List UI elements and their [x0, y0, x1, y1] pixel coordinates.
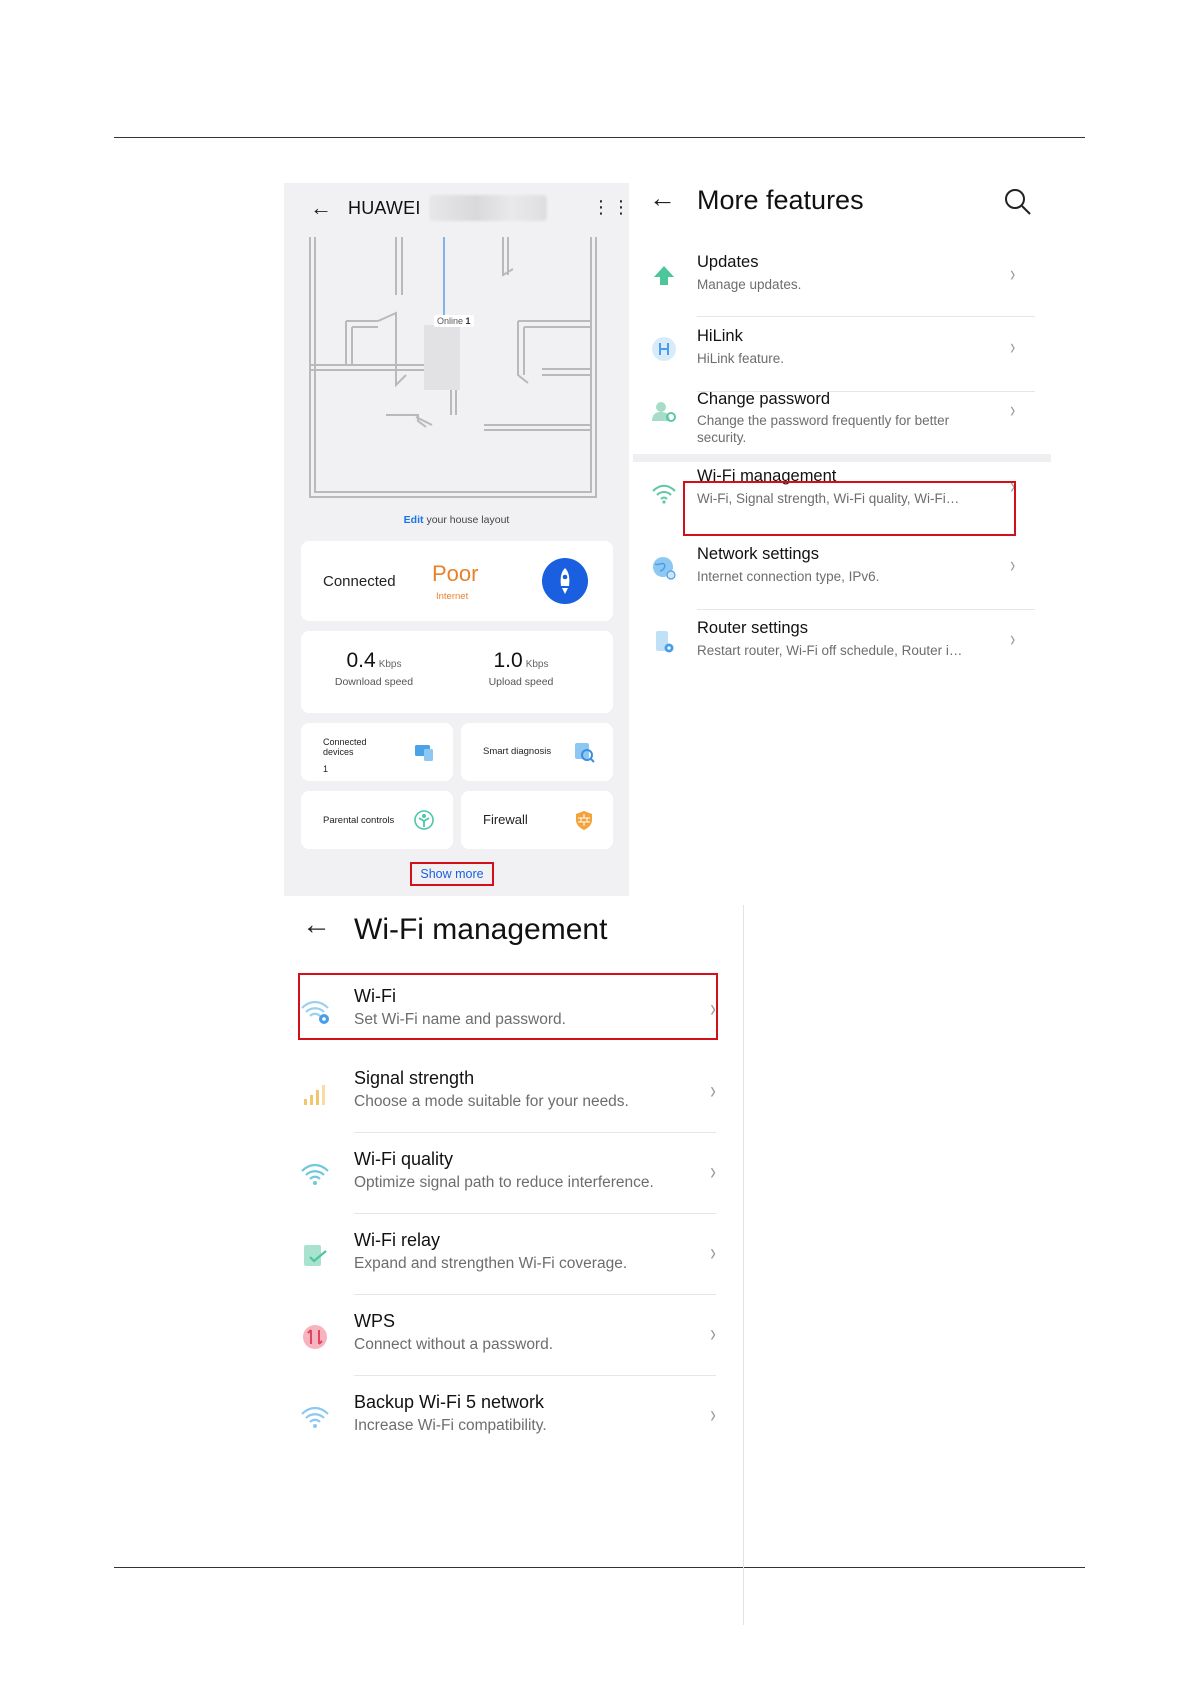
parental-controls-icon: [414, 810, 434, 830]
page-title: More features: [697, 185, 864, 215]
highlight-box: [298, 973, 718, 1040]
menu-item-change-password[interactable]: Change password Change the password freq…: [633, 390, 1051, 455]
search-icon[interactable]: [1003, 187, 1033, 217]
update-icon: [654, 266, 674, 285]
tile-smart-diagnosis[interactable]: Smart diagnosis: [461, 723, 613, 781]
edit-layout-hint: Edit your house layout: [403, 514, 510, 526]
internet-quality: Poor: [432, 561, 479, 586]
router-name: HUAWEI: [348, 198, 421, 218]
chevron-right-icon: ›: [710, 1158, 716, 1185]
password-icon: [652, 402, 676, 422]
chevron-right-icon: ›: [1010, 397, 1016, 422]
chevron-right-icon: ›: [710, 1239, 716, 1266]
rocket-icon: [560, 568, 570, 594]
redacted-name: [429, 195, 547, 221]
online-device-label: Online 1: [434, 315, 474, 327]
bottom-rule: [114, 1567, 1085, 1568]
back-arrow-icon[interactable]: ←: [649, 185, 676, 212]
wifi-management-screen: ← Wi-Fi management Wi-Fi Set Wi-Fi name …: [294, 905, 724, 1465]
menu-item-signal-strength[interactable]: Signal strength Choose a mode suitable f…: [294, 1053, 724, 1133]
chevron-right-icon: ›: [1010, 261, 1016, 286]
menu-item-wps[interactable]: WPS Connect without a password. ›: [294, 1296, 724, 1376]
more-features-screen: ← More features Updates Manage updates. …: [633, 183, 1051, 703]
globe-icon: [653, 557, 676, 580]
chevron-right-icon: ›: [1010, 626, 1016, 651]
column-divider: [743, 905, 744, 1625]
chevron-right-icon: ›: [710, 1401, 716, 1428]
devices-icon: [415, 745, 433, 761]
app-header: ← HUAWEI ⋮⋮: [284, 183, 629, 233]
signal-icon: [304, 1085, 325, 1105]
router-icon: [656, 631, 674, 653]
edit-layout-link[interactable]: Edit: [404, 514, 424, 526]
tile-parental-controls[interactable]: Parental controls: [301, 791, 453, 849]
connection-status-card[interactable]: Connected Poor Internet: [301, 541, 613, 621]
menu-item-router-settings[interactable]: Router settings Restart router, Wi-Fi of…: [633, 615, 1051, 685]
tile-connected-devices[interactable]: Connected devices 1: [301, 723, 453, 781]
floor-plan[interactable]: [306, 235, 606, 505]
tile-firewall[interactable]: Firewall: [461, 791, 613, 849]
relay-icon: [304, 1245, 327, 1266]
top-rule: [114, 137, 1085, 138]
chevron-right-icon: ›: [710, 1320, 716, 1347]
chevron-right-icon: ›: [1010, 552, 1016, 577]
backup-wifi-icon: [301, 1406, 329, 1428]
back-arrow-icon[interactable]: ←: [310, 197, 332, 219]
menu-item-updates[interactable]: Updates Manage updates. ›: [633, 247, 1051, 317]
chevron-right-icon: ›: [1010, 334, 1016, 359]
show-more-button[interactable]: Show more: [410, 862, 494, 886]
diagnosis-icon: [575, 743, 595, 763]
connection-status: Connected: [323, 573, 396, 590]
wifi-quality-icon: [301, 1163, 329, 1185]
menu-item-wifi-relay[interactable]: Wi-Fi relay Expand and strengthen Wi-Fi …: [294, 1215, 724, 1295]
speed-card: 0.4 Kbps Download speed 1.0 Kbps Upload sp…: [301, 631, 613, 713]
menu-item-backup-wifi[interactable]: Backup Wi-Fi 5 network Increase Wi-Fi co…: [294, 1377, 724, 1457]
menu-item-wifi-quality[interactable]: Wi-Fi quality Optimize signal path to re…: [294, 1134, 724, 1214]
hilink-icon: [652, 337, 676, 361]
highlight-box: [683, 481, 1016, 536]
internet-quality-label: Internet: [436, 591, 469, 602]
back-arrow-icon[interactable]: ←: [302, 911, 331, 940]
wifi-icon: [652, 484, 676, 504]
more-options-icon[interactable]: ⋮⋮: [592, 198, 629, 216]
page-title: Wi-Fi management: [354, 913, 608, 946]
firewall-icon: [576, 811, 592, 830]
upload-speed: 1.0 Kbps Upload speed: [488, 649, 554, 688]
router-marker: [424, 325, 460, 390]
chevron-right-icon: ›: [710, 1077, 716, 1104]
download-speed: 0.4 Kbps Download speed: [334, 649, 414, 688]
router-home-screen: ← HUAWEI ⋮⋮ Online 1 Edit your house lay…: [284, 183, 629, 896]
group-separator: [633, 454, 1051, 462]
speed-boost-button[interactable]: [542, 558, 588, 604]
wps-icon: [303, 1325, 327, 1349]
menu-item-network-settings[interactable]: Network settings Internet connection typ…: [633, 540, 1051, 610]
menu-item-hilink[interactable]: HiLink HiLink feature. ›: [633, 322, 1051, 392]
